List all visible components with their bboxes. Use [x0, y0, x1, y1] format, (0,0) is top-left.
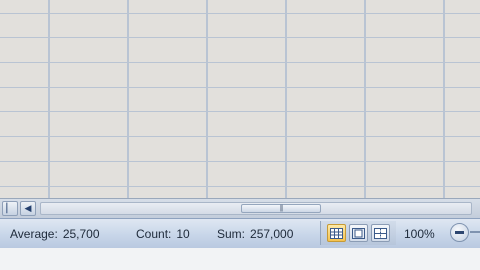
horizontal-scrollbar[interactable]: ▏ ◀ |||	[0, 198, 480, 218]
scrollbar-track[interactable]: |||	[40, 202, 472, 215]
sheet-navigation: ▏ ◀	[2, 201, 36, 216]
sum-value: 257,000	[250, 227, 294, 241]
sum-label: Sum:	[217, 227, 246, 241]
sum-stat: Sum: 257,000	[217, 227, 293, 241]
arrow-first-icon: ▏	[6, 203, 14, 213]
sheet-prev-button[interactable]: ◀	[20, 201, 36, 216]
zoom-slider[interactable]	[470, 231, 480, 233]
average-value: 25,700	[62, 227, 100, 241]
view-shortcuts	[320, 221, 396, 245]
worksheet-grid[interactable]	[0, 0, 480, 198]
page-break-preview-button[interactable]	[371, 224, 390, 242]
page-layout-view-button[interactable]	[349, 224, 368, 242]
row-gridline	[0, 62, 480, 63]
grip-icon: |||	[279, 205, 284, 212]
average-stat: Average: 25,700	[10, 227, 100, 241]
zoom-level[interactable]: 100%	[404, 227, 435, 241]
sheet-first-button[interactable]: ▏	[2, 201, 18, 216]
arrow-left-icon: ◀	[24, 203, 32, 213]
status-bar: Average: 25,700 Count: 10 Sum: 257,000 1…	[0, 218, 480, 248]
count-value: 10	[176, 227, 190, 241]
grid-icon	[330, 227, 343, 239]
column-gridline	[127, 0, 129, 198]
column-gridline	[48, 0, 50, 198]
column-gridline	[206, 0, 208, 198]
normal-view-button[interactable]	[327, 224, 346, 242]
row-gridline	[0, 111, 480, 112]
window-bottom-frame	[0, 248, 480, 270]
count-label: Count:	[136, 227, 172, 241]
minus-icon	[455, 231, 464, 234]
zoom-out-button[interactable]	[450, 223, 469, 242]
column-gridline	[443, 0, 445, 198]
count-stat: Count: 10	[136, 227, 190, 241]
scrollbar-thumb[interactable]: |||	[241, 204, 321, 213]
row-gridline	[0, 136, 480, 137]
row-gridline	[0, 37, 480, 38]
column-gridline	[364, 0, 366, 198]
row-gridline	[0, 87, 480, 88]
column-gridline	[285, 0, 287, 198]
row-gridline	[0, 186, 480, 187]
page-layout-icon	[352, 227, 365, 239]
row-gridline	[0, 13, 480, 14]
page-break-icon	[374, 227, 387, 239]
row-gridline	[0, 161, 480, 162]
average-label: Average:	[10, 227, 58, 241]
